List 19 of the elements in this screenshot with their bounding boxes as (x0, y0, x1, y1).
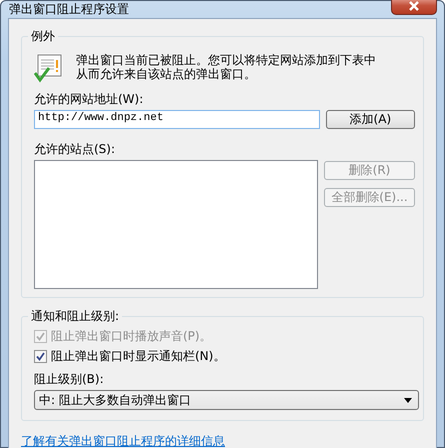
window-title: 弹出窗口阻止程序设置 (8, 1, 129, 18)
field-label: 阻止级别(B): (34, 371, 105, 388)
group-title: 通知和阻止级别: (28, 308, 122, 325)
help-link[interactable]: 了解有关弹出窗口阻止程序的详细信息 (21, 433, 225, 448)
group-title: 例外 (28, 28, 58, 45)
checkbox-label: 阻止弹出窗口时播放声音(P)。 (51, 328, 212, 345)
close-icon (408, 0, 420, 10)
close-button[interactable] (391, 0, 437, 15)
list-label: 允许的站点(S): (34, 141, 116, 158)
dropdown-arrow-icon (404, 398, 412, 402)
add-button[interactable]: 添加(A) (326, 110, 415, 129)
address-field[interactable]: http://www.dnpz.net (34, 110, 320, 129)
field-label: 允许的网站地址(W): (34, 91, 144, 108)
blocked-page-icon (34, 53, 64, 83)
sites-list[interactable] (34, 160, 318, 289)
info-message: 弹出窗口当前已被阻止。您可以将特定网站添加到下表中从而允许来自该站点的弹出窗口。 (76, 53, 377, 81)
checkbox[interactable] (34, 350, 47, 363)
level-dropdown[interactable]: 中: 阻止大多数自动弹出窗口 (34, 390, 419, 410)
checkbox-label: 阻止弹出窗口时显示通知栏(N)。 (51, 348, 226, 365)
